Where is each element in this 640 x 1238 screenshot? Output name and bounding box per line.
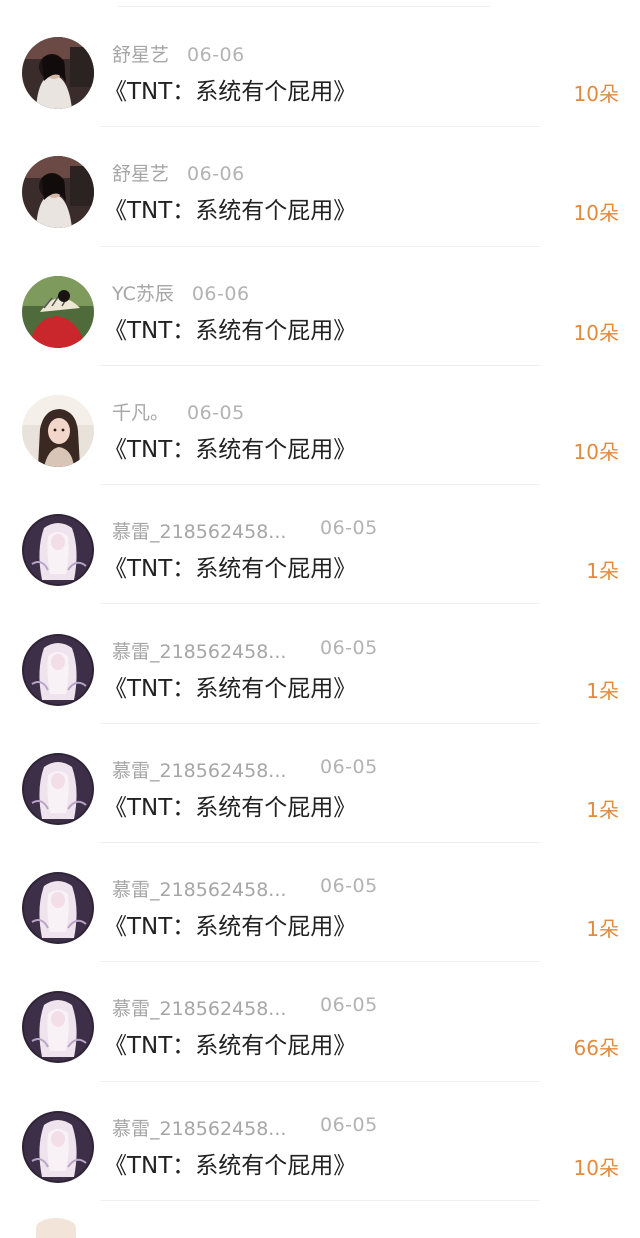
list-item[interactable]: 慕雷_218562458... 06-05 《TNT：系统有个屁用》 66朵: [0, 962, 640, 1082]
gift-date: 06-06: [187, 44, 245, 66]
book-title: 《TNT：系统有个屁用》: [104, 79, 357, 105]
item-meta: YC苏辰 06-06: [112, 279, 250, 309]
item-meta: 慕雷_218562458... 06-05: [112, 994, 378, 1024]
gift-date: 06-05: [187, 401, 245, 424]
avatar[interactable]: [22, 514, 94, 587]
list-item[interactable]: 慕雷_218562458... 06-05 《TNT：系统有个屁用》 1朵: [0, 724, 640, 844]
flower-count: 1朵: [586, 559, 619, 584]
user-name[interactable]: 慕雷_218562458...: [112, 1114, 300, 1141]
book-title: 《TNT：系统有个屁用》: [104, 914, 357, 941]
partial-avatar: [36, 1218, 76, 1238]
flower-count: 10朵: [573, 320, 619, 345]
flower-count: 1朵: [586, 678, 619, 703]
avatar[interactable]: [22, 1110, 94, 1183]
flower-count: 1朵: [586, 797, 619, 822]
top-divider: [118, 6, 490, 7]
user-name[interactable]: 舒星艺: [112, 40, 169, 67]
book-title: 《TNT：系统有个屁用》: [104, 556, 357, 583]
list-item[interactable]: 慕雷_218562458... 06-05 《TNT：系统有个屁用》 10朵: [0, 1082, 640, 1201]
book-title: 《TNT：系统有个屁用》: [104, 675, 357, 702]
item-meta: 慕雷_218562458... 06-05: [112, 517, 378, 547]
item-meta: 慕雷_218562458... 06-05: [112, 637, 378, 667]
flower-count: 1朵: [586, 917, 619, 942]
row-divider: [100, 1199, 540, 1201]
flower-count: 10朵: [573, 1155, 619, 1180]
flower-count: 66朵: [573, 1036, 619, 1061]
item-meta: 舒星艺 06-06: [112, 40, 245, 70]
gift-date: 06-05: [320, 1113, 378, 1136]
avatar[interactable]: [22, 394, 94, 467]
item-meta: 慕雷_218562458... 06-05: [112, 1114, 378, 1144]
flower-count: 10朵: [573, 439, 619, 464]
gift-date: 06-05: [320, 755, 378, 778]
gift-date: 06-05: [320, 636, 378, 659]
user-name[interactable]: 慕雷_218562458...: [112, 994, 300, 1021]
gift-date: 06-06: [187, 163, 245, 186]
item-meta: 千凡。 06-05: [112, 398, 245, 428]
user-name[interactable]: 慕雷_218562458...: [112, 875, 300, 902]
gift-date: 06-05: [320, 994, 378, 1017]
avatar[interactable]: [22, 275, 94, 348]
user-name[interactable]: 慕雷_218562458...: [112, 637, 300, 664]
book-title: 《TNT：系统有个屁用》: [104, 1152, 357, 1179]
flower-count: 10朵: [573, 201, 619, 226]
list-item[interactable]: 慕雷_218562458... 06-05 《TNT：系统有个屁用》 1朵: [0, 485, 640, 605]
avatar[interactable]: [22, 991, 94, 1064]
item-meta: 慕雷_218562458... 06-05: [112, 756, 378, 786]
list-item[interactable]: 慕雷_218562458... 06-05 《TNT：系统有个屁用》 1朵: [0, 843, 640, 963]
avatar[interactable]: [22, 752, 94, 825]
gift-record-list: 舒星艺 06-06 《TNT：系统有个屁用》 10朵 舒星艺 06-06 《TNT：系统有个…: [0, 0, 640, 1230]
user-name[interactable]: 慕雷_218562458...: [112, 517, 300, 544]
gift-date: 06-05: [320, 875, 378, 898]
avatar[interactable]: [22, 156, 94, 229]
item-meta: 慕雷_218562458... 06-05: [112, 875, 378, 905]
book-title: 《TNT：系统有个屁用》: [104, 317, 357, 344]
book-title: 《TNT：系统有个屁用》: [104, 1033, 357, 1060]
user-name[interactable]: 千凡。: [112, 398, 169, 425]
avatar[interactable]: [22, 37, 94, 109]
item-meta: 舒星艺 06-06: [112, 159, 245, 189]
user-name[interactable]: 慕雷_218562458...: [112, 756, 300, 783]
user-name[interactable]: YC苏辰: [112, 279, 174, 306]
user-name[interactable]: 舒星艺: [112, 159, 169, 186]
list-item[interactable]: 舒星艺 06-06 《TNT：系统有个屁用》 10朵: [0, 127, 640, 247]
avatar[interactable]: [22, 633, 94, 706]
gift-date: 06-05: [320, 517, 378, 540]
avatar[interactable]: [22, 872, 94, 945]
gift-date: 06-06: [191, 282, 250, 305]
book-title: 《TNT：系统有个屁用》: [104, 436, 357, 463]
book-title: 《TNT：系统有个屁用》: [104, 198, 357, 225]
list-item[interactable]: 舒星艺 06-06 《TNT：系统有个屁用》 10朵: [0, 8, 640, 128]
list-item[interactable]: YC苏辰 06-06 《TNT：系统有个屁用》 10朵: [0, 247, 640, 366]
flower-count: 10朵: [573, 82, 619, 106]
list-item[interactable]: 慕雷_218562458... 06-05 《TNT：系统有个屁用》 1朵: [0, 605, 640, 724]
list-item[interactable]: 千凡。 06-05 《TNT：系统有个屁用》 10朵: [0, 366, 640, 486]
book-title: 《TNT：系统有个屁用》: [104, 794, 357, 821]
